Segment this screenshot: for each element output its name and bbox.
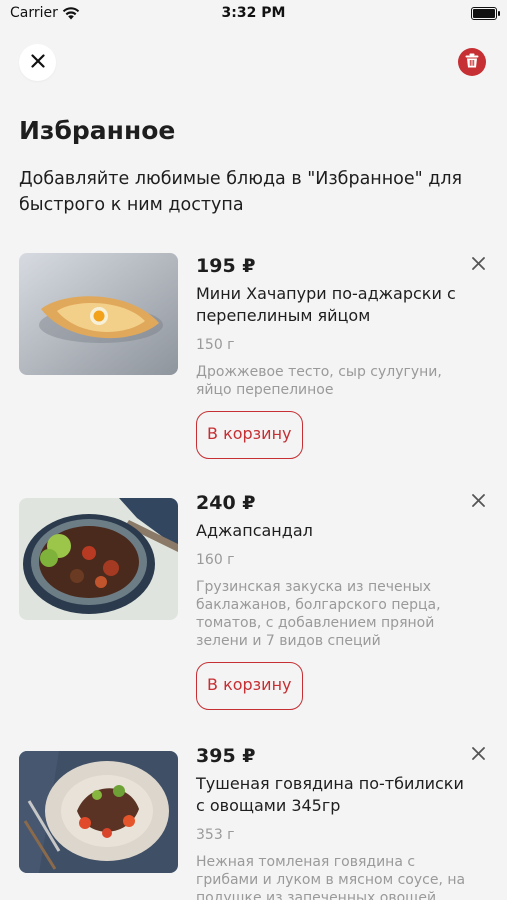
page-title: Избранное [19, 116, 176, 145]
remove-item-button[interactable] [467, 743, 489, 765]
x-icon [471, 492, 485, 511]
item-price: 195 ₽ [196, 255, 256, 277]
status-time: 3:32 PM [221, 5, 286, 21]
item-weight: 353 г [196, 827, 235, 843]
item-weight: 150 г [196, 337, 235, 353]
item-price: 240 ₽ [196, 492, 256, 514]
remove-item-button[interactable] [467, 490, 489, 512]
add-to-cart-button[interactable]: В корзину [196, 662, 303, 710]
remove-item-button[interactable] [467, 253, 489, 275]
dish-image[interactable] [19, 498, 178, 620]
clear-favorites-button[interactable] [458, 48, 486, 76]
dish-image[interactable] [19, 253, 178, 375]
item-name: Мини Хачапури по-аджарски с перепелиным … [196, 284, 456, 325]
x-icon [471, 745, 485, 764]
status-bar: Carrier 3:32 PM [0, 0, 507, 30]
item-description: Нежная томленая говядина с грибами и лук… [196, 854, 466, 900]
close-icon [30, 53, 45, 72]
item-name: Аджапсандал [196, 521, 313, 540]
trash-icon [465, 53, 479, 72]
dish-image[interactable] [19, 751, 178, 873]
item-weight: 160 г [196, 552, 235, 568]
battery-icon [471, 7, 500, 20]
item-description: Грузинская закуска из печеных баклажанов… [196, 579, 441, 649]
add-to-cart-button[interactable]: В корзину [196, 411, 303, 459]
x-icon [471, 255, 485, 274]
page-subtitle: Добавляйте любимые блюда в "Избранное" д… [19, 169, 463, 215]
item-description: Дрожжевое тесто, сыр сулугуни, яйцо пере… [196, 364, 442, 398]
item-name: Тушеная говядина по-тбилиски с овощами 3… [196, 774, 464, 815]
close-button[interactable] [19, 44, 56, 81]
item-price: 395 ₽ [196, 745, 256, 767]
